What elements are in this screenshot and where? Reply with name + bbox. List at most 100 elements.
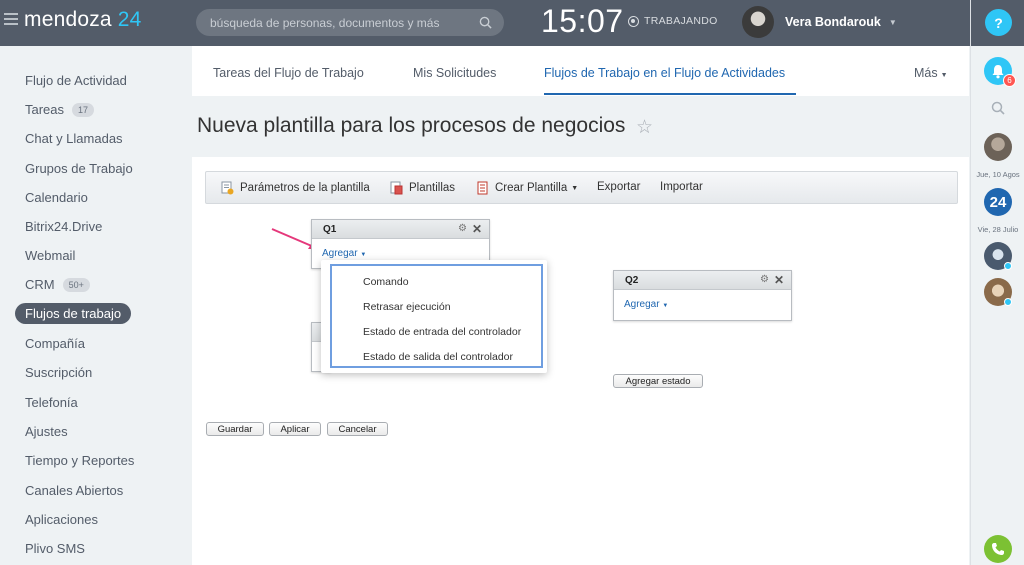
sidebar-item-telephony[interactable]: Telefonía <box>25 395 78 410</box>
star-icon[interactable]: ☆ <box>636 116 653 139</box>
user-name: Vera Bondarouk <box>785 15 881 29</box>
sidebar-item-tasks[interactable]: Tareas 17 <box>25 102 95 117</box>
chevron-down-icon: ▼ <box>360 252 367 258</box>
sidebar-item-settings[interactable]: Ajustes <box>25 424 68 439</box>
create-template-button[interactable]: Crear Plantilla ▼ <box>476 181 578 195</box>
templates-label: Plantillas <box>409 182 456 194</box>
phone-icon[interactable] <box>984 535 1012 563</box>
sidebar-item-time-reports[interactable]: Tiempo y Reportes <box>25 453 134 468</box>
apply-button[interactable]: Aplicar <box>269 422 321 436</box>
logo-text: mendoza <box>24 8 112 31</box>
logo[interactable]: mendoza 24 <box>24 8 142 32</box>
avatar[interactable] <box>984 133 1012 161</box>
online-indicator <box>1004 262 1012 270</box>
chevron-down-icon: ▼ <box>571 184 579 192</box>
page-title: Nueva plantilla para los procesos de neg… <box>197 114 626 137</box>
settings-document-icon <box>221 181 234 195</box>
help-icon[interactable]: ? <box>985 9 1012 36</box>
tab-workflow-tasks[interactable]: Tareas del Flujo de Trabajo <box>213 66 364 80</box>
count-badge: 17 <box>72 102 95 117</box>
sidebar-item-drive[interactable]: Bitrix24.Drive <box>25 219 102 234</box>
import-button[interactable]: Importar <box>660 181 703 193</box>
state-title: Q2 <box>625 275 639 286</box>
sidebar-item-workflows[interactable]: Flujos de trabajo <box>15 303 132 324</box>
right-top-bar: ? <box>971 0 1024 46</box>
sidebar-item-label: Webmail <box>25 248 76 263</box>
sidebar-item-label: Aplicaciones <box>25 512 98 527</box>
sidebar-item-label: Tiempo y Reportes <box>25 453 135 468</box>
export-button[interactable]: Exportar <box>597 181 640 193</box>
save-button[interactable]: Guardar <box>206 422 264 436</box>
sidebar-item-webmail[interactable]: Webmail <box>25 248 75 263</box>
sidebar-item-plivo-sms[interactable]: Plivo SMS <box>25 541 85 556</box>
sidebar-item-label: Compañía <box>25 336 85 351</box>
search-icon[interactable] <box>479 16 492 29</box>
sidebar-item-calendar[interactable]: Calendario <box>25 190 88 205</box>
sidebar-item-label: Calendario <box>25 190 88 205</box>
create-template-label: Crear Plantilla <box>495 182 568 194</box>
sidebar-item-label: Bitrix24.Drive <box>25 219 103 234</box>
menu-item-command[interactable]: Comando <box>363 276 409 288</box>
templates-button[interactable]: Plantillas <box>390 181 455 195</box>
clock: 15:07 <box>541 3 624 39</box>
sidebar-item-label: Canales Abiertos <box>25 483 124 498</box>
sidebar-item-label: CRM <box>25 277 55 292</box>
state-header: Q2 ⚙ ✕ <box>614 271 791 290</box>
work-status[interactable]: TRABAJANDO <box>628 15 718 27</box>
template-params-button[interactable]: Parámetros de la plantilla <box>221 181 370 195</box>
sidebar-item-applications[interactable]: Aplicaciones <box>25 512 98 527</box>
date-label: Jue, 10 Agos <box>976 170 1020 179</box>
close-icon[interactable]: ✕ <box>472 222 482 236</box>
sidebar-item-label: Suscripción <box>25 365 93 380</box>
sidebar-item-chat[interactable]: Chat y Llamadas <box>25 131 123 146</box>
user-menu[interactable]: Vera Bondarouk ▼ <box>742 6 897 38</box>
search-box <box>196 9 504 36</box>
sidebar-item-activity[interactable]: Flujo de Actividad <box>25 73 127 88</box>
search-icon[interactable] <box>991 101 1005 115</box>
gear-icon[interactable]: ⚙ <box>760 274 769 285</box>
add-action-link[interactable]: Agregar ▼ <box>322 248 366 259</box>
designer-toolbar: Parámetros de la plantilla Plantillas Cr… <box>205 171 958 204</box>
search-input[interactable] <box>210 14 470 31</box>
top-bar: mendoza24 15:07 TRABAJANDO Vera Bondarou… <box>0 0 970 46</box>
sidebar-item-label: Flujos de trabajo <box>25 306 122 321</box>
templates-icon <box>390 181 403 195</box>
bitrix24-badge[interactable]: 24 <box>984 188 1012 216</box>
tab-more[interactable]: Más ▼ <box>914 66 948 80</box>
new-document-icon <box>477 181 488 195</box>
sidebar-item-label: Telefonía <box>25 395 78 410</box>
add-action-label: Agregar <box>624 299 660 310</box>
sidebar-item-label: Ajustes <box>25 424 68 439</box>
phone-shape <box>992 543 1004 555</box>
notification-count-badge: 6 <box>1003 74 1016 87</box>
template-params-label: Parámetros de la plantilla <box>240 182 370 194</box>
menu-icon[interactable] <box>4 13 18 27</box>
sidebar-item-company[interactable]: Compañía <box>25 336 85 351</box>
tab-workflows-in-stream[interactable]: Flujos de Trabajo en el Flujo de Activid… <box>544 66 785 80</box>
sidebar-item-label: Flujo de Actividad <box>25 73 127 88</box>
cancel-button[interactable]: Cancelar <box>327 422 388 436</box>
chevron-down-icon: ▼ <box>662 303 669 309</box>
menu-highlight-frame: Comando Retrasar ejecución Estado de ent… <box>330 264 543 368</box>
sidebar-item-crm[interactable]: CRM 50+ <box>25 277 90 292</box>
designer-area <box>192 157 969 565</box>
tabs-bar: Tareas del Flujo de Trabajo Mis Solicitu… <box>192 46 969 96</box>
tab-my-requests[interactable]: Mis Solicitudes <box>413 66 496 80</box>
add-action-link[interactable]: Agregar ▼ <box>624 299 668 310</box>
chevron-down-icon: ▼ <box>888 17 897 27</box>
sidebar-item-workgroups[interactable]: Grupos de Trabajo <box>25 161 133 176</box>
sidebar-item-label: Grupos de Trabajo <box>25 161 133 176</box>
state-box-q2[interactable]: Q2 ⚙ ✕ Agregar ▼ <box>613 270 792 321</box>
add-action-label: Agregar <box>322 248 358 259</box>
menu-item-entry-handler[interactable]: Estado de entrada del controlador <box>363 326 521 338</box>
chevron-down-icon: ▼ <box>940 72 948 79</box>
sidebar-item-open-channels[interactable]: Canales Abiertos <box>25 483 123 498</box>
record-icon <box>628 15 639 27</box>
state-title: Q1 <box>323 224 337 235</box>
gear-icon[interactable]: ⚙ <box>458 223 467 234</box>
add-state-button[interactable]: Agregar estado <box>613 374 703 388</box>
menu-item-delay[interactable]: Retrasar ejecución <box>363 301 451 313</box>
menu-item-exit-handler[interactable]: Estado de salida del controlador <box>363 351 513 363</box>
close-icon[interactable]: ✕ <box>774 273 784 287</box>
sidebar-item-subscription[interactable]: Suscripción <box>25 365 92 380</box>
